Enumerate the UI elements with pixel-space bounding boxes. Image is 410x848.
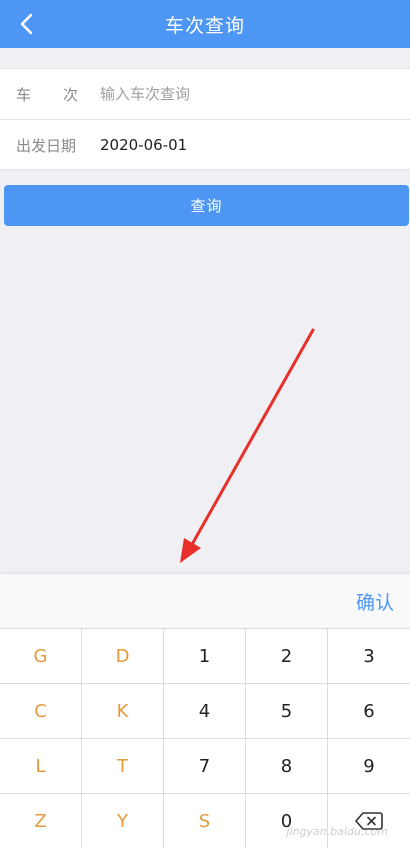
key-z[interactable]: Z xyxy=(0,794,82,848)
key-4[interactable]: 4 xyxy=(164,684,246,739)
key-k[interactable]: K xyxy=(82,684,164,739)
page-title: 车次查询 xyxy=(164,14,245,37)
train-number-input[interactable] xyxy=(100,85,410,103)
departure-date-label: 出发日期 xyxy=(16,136,77,155)
key-s[interactable]: S xyxy=(164,794,246,848)
watermark: jingyan.baidu.com xyxy=(286,825,388,838)
train-number-label: 车 次 xyxy=(16,85,78,104)
keyboard-toolbar: 确认 xyxy=(0,574,410,629)
key-7[interactable]: 7 xyxy=(164,739,246,794)
back-button[interactable] xyxy=(12,10,40,38)
train-number-row: 车 次 xyxy=(0,69,410,119)
query-button[interactable]: 查询 xyxy=(4,185,409,226)
chevron-left-icon xyxy=(20,13,33,35)
nav-bar: 车次查询 xyxy=(0,0,410,48)
key-0[interactable]: 0 xyxy=(246,794,328,848)
key-8[interactable]: 8 xyxy=(246,739,328,794)
key-t[interactable]: T xyxy=(82,739,164,794)
query-form: 车 次 出发日期 2020-06-01 xyxy=(0,68,410,170)
departure-date-value[interactable]: 2020-06-01 xyxy=(100,136,187,154)
key-3[interactable]: 3 xyxy=(328,629,410,684)
custom-keyboard: 确认 G D 1 2 3 C K 4 5 6 L T 7 8 9 Z Y S 0… xyxy=(0,574,410,848)
key-9[interactable]: 9 xyxy=(328,739,410,794)
key-l[interactable]: L xyxy=(0,739,82,794)
key-y[interactable]: Y xyxy=(82,794,164,848)
key-1[interactable]: 1 xyxy=(164,629,246,684)
departure-date-row[interactable]: 出发日期 2020-06-01 xyxy=(0,119,410,170)
keyboard-grid: G D 1 2 3 C K 4 5 6 L T 7 8 9 Z Y S 0 xyxy=(0,629,410,848)
confirm-button[interactable]: 确认 xyxy=(356,588,394,615)
key-g[interactable]: G xyxy=(0,629,82,684)
key-5[interactable]: 5 xyxy=(246,684,328,739)
key-c[interactable]: C xyxy=(0,684,82,739)
key-2[interactable]: 2 xyxy=(246,629,328,684)
delete-key[interactable] xyxy=(328,794,410,848)
key-6[interactable]: 6 xyxy=(328,684,410,739)
key-d[interactable]: D xyxy=(82,629,164,684)
